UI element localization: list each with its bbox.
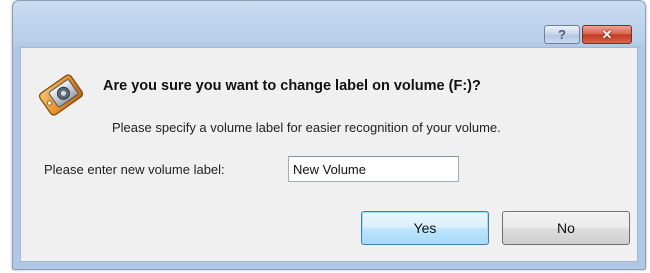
- help-button[interactable]: ?: [544, 25, 580, 44]
- volume-label-input[interactable]: [288, 156, 459, 182]
- dialog-window: ? ✕ Are you sure you want to change labe…: [12, 0, 646, 270]
- no-button[interactable]: No: [502, 211, 630, 245]
- yes-button[interactable]: Yes: [361, 211, 489, 245]
- dialog-body: Are you sure you want to change label on…: [20, 47, 638, 262]
- close-icon: ✕: [601, 26, 613, 42]
- confirmation-question: Are you sure you want to change label on…: [103, 78, 481, 94]
- close-button[interactable]: ✕: [582, 25, 632, 44]
- volume-label-prompt: Please enter new volume label:: [44, 162, 225, 177]
- title-bar[interactable]: ? ✕: [13, 1, 645, 47]
- volume-label-icon: [36, 70, 86, 120]
- instruction-text: Please specify a volume label for easier…: [112, 120, 501, 135]
- help-icon: ?: [558, 27, 566, 42]
